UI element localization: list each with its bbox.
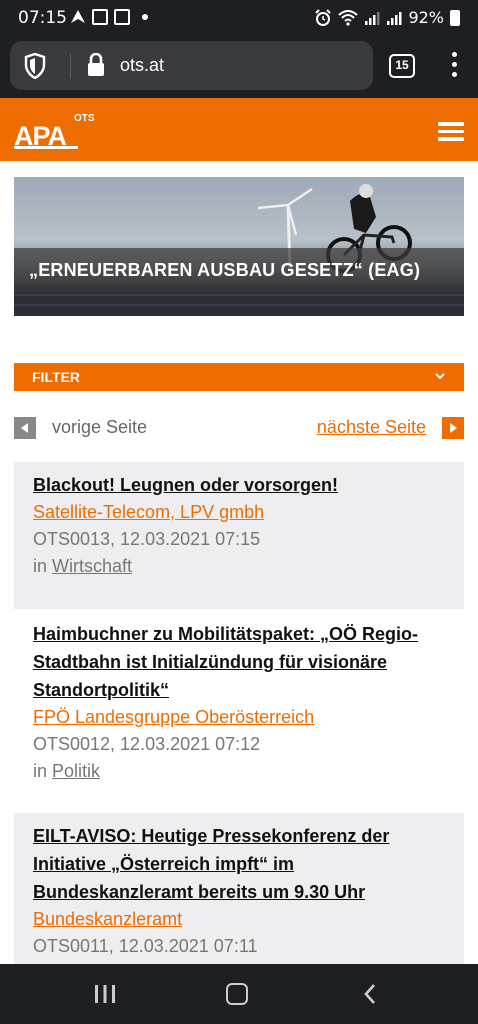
hero-banner[interactable]: „ERNEUERBAREN AUSBAU GESETZ“ (EAG) xyxy=(14,177,464,316)
chevron-down-icon xyxy=(435,373,445,380)
more-notifications-dot xyxy=(142,14,148,20)
article-title[interactable]: Haimbuchner zu Mobilitätspaket: „OÖ Regi… xyxy=(33,620,445,704)
pagination: vorige Seite nächste Seite xyxy=(14,414,464,442)
wifi-icon xyxy=(338,9,359,26)
hero-caption[interactable]: „ERNEUERBAREN AUSBAU GESETZ“ (EAG) xyxy=(29,260,420,281)
filter-label: FILTER xyxy=(32,369,80,385)
article-meta: OTS0011, 12.03.2021 07:11 xyxy=(33,936,258,956)
category-prefix: in xyxy=(33,761,48,781)
list-item: EILT-AVISO: Heutige Pressekonferenz der … xyxy=(14,813,464,964)
article-title[interactable]: EILT-AVISO: Heutige Pressekonferenz der … xyxy=(33,822,445,906)
apa-ots-logo[interactable]: APA OTS xyxy=(14,111,104,151)
svg-text:OTS: OTS xyxy=(74,113,95,124)
category-link[interactable]: Politik xyxy=(52,761,100,781)
article-meta: OTS0012, 12.03.2021 07:12 xyxy=(33,734,261,754)
notification-icons xyxy=(70,9,148,25)
hamburger-menu-icon[interactable] xyxy=(438,122,464,142)
list-item: Haimbuchner zu Mobilitätspaket: „OÖ Regi… xyxy=(14,611,464,811)
browser-toolbar: ots.at 15 xyxy=(0,36,478,98)
system-icons: 92% xyxy=(314,8,460,27)
article-title[interactable]: Blackout! Leugnen oder vorsorgen! xyxy=(33,471,445,499)
address-divider xyxy=(70,53,71,79)
recent-apps-icon[interactable] xyxy=(94,984,116,1004)
article-source[interactable]: Satellite-Telecom, LPV gmbh xyxy=(33,499,445,526)
list-item: Blackout! Leugnen oder vorsorgen! Satell… xyxy=(14,462,464,609)
app-notification-icon-2 xyxy=(114,9,130,25)
signal-icon xyxy=(365,11,380,25)
url-text[interactable]: ots.at xyxy=(120,55,164,76)
browser-menu-icon[interactable] xyxy=(448,52,460,80)
filter-bar[interactable]: FILTER xyxy=(14,363,464,391)
clock: 07:15 xyxy=(18,8,67,28)
article-category-line: in Politik xyxy=(33,758,445,785)
next-page-link[interactable]: nächste Seite xyxy=(317,417,426,438)
article-source[interactable]: Bundeskanzleramt xyxy=(33,906,445,933)
article-source[interactable]: FPÖ Landesgruppe Oberösterreich xyxy=(33,704,445,731)
battery-icon xyxy=(450,9,460,26)
status-bar: 07:15 92% xyxy=(0,0,478,36)
back-icon[interactable] xyxy=(362,983,378,1005)
signal-icon-2 xyxy=(387,11,402,25)
app-notification-icon xyxy=(92,9,108,25)
hero-caption-overlay: „ERNEUERBAREN AUSBAU GESETZ“ (EAG) xyxy=(14,248,464,292)
system-nav-bar xyxy=(0,964,478,1024)
article-meta: OTS0013, 12.03.2021 07:15 xyxy=(33,529,261,549)
site-header: APA OTS xyxy=(0,98,478,161)
battery-percent: 92% xyxy=(408,8,444,27)
article-category-line: in Wirtschaft xyxy=(33,553,445,580)
previous-arrow-icon[interactable] xyxy=(14,417,36,439)
category-link[interactable]: Wirtschaft xyxy=(52,556,132,576)
address-bar[interactable]: ots.at xyxy=(10,41,373,90)
home-icon[interactable] xyxy=(226,983,248,1005)
lock-icon[interactable] xyxy=(86,53,106,77)
previous-page-label: vorige Seite xyxy=(52,417,148,437)
tab-switcher-button[interactable]: 15 xyxy=(389,54,415,78)
next-arrow-icon[interactable] xyxy=(442,417,464,439)
alarm-icon xyxy=(315,8,332,26)
navigation-arrow-icon xyxy=(71,10,85,23)
hero-image xyxy=(14,184,464,316)
category-prefix: in xyxy=(33,556,48,576)
shield-icon[interactable] xyxy=(24,53,46,79)
